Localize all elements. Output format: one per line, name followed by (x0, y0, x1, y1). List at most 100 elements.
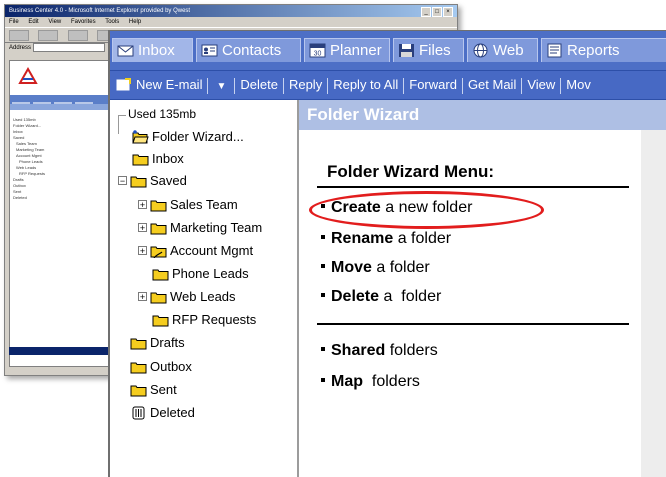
app-logo-icon (18, 67, 38, 84)
toolbar-separator (234, 77, 236, 94)
menu-file[interactable]: File (9, 19, 19, 25)
expand-toggle[interactable]: + (138, 223, 147, 233)
folder-icon (130, 176, 147, 188)
tab-label: Reports (567, 42, 620, 59)
content-pane: Folder Wizard Folder Wizard Menu: Create… (299, 100, 666, 477)
chevron-down-icon[interactable]: ▼ (210, 73, 232, 101)
mail-app-window: Inbox Contacts 30 Planner Files Web Repo… (108, 30, 666, 477)
folder-item-phone-leads[interactable]: Phone Leads (152, 265, 249, 283)
get-mail-button[interactable]: Get Mail (465, 71, 519, 99)
folder-item-drafts[interactable]: Drafts (130, 334, 185, 352)
menu-tools[interactable]: Tools (105, 19, 119, 25)
folder-label: Phone Leads (172, 266, 249, 281)
folder-item-rfp-requests[interactable]: RFP Requests (152, 311, 256, 329)
tab-contacts[interactable]: Contacts (196, 38, 301, 62)
tab-label: Contacts (222, 42, 282, 59)
menu-edit[interactable]: Edit (28, 19, 38, 25)
tab-label: Planner (330, 42, 382, 59)
expand-toggle[interactable]: + (138, 292, 147, 302)
folder-label: Sales Team (170, 197, 238, 212)
wizard-option-delete[interactable]: Delete a folder (321, 288, 441, 306)
new-email-icon (116, 78, 131, 91)
background-status-bar (9, 347, 109, 355)
wizard-option-map[interactable]: Map folders (321, 373, 420, 391)
delete-button[interactable]: Delete (237, 71, 281, 99)
option-action: Map (331, 373, 363, 390)
wizard-option-rename[interactable]: Rename a folder (321, 230, 451, 248)
tab-planner[interactable]: 30 Planner (304, 38, 390, 62)
address-input[interactable] (32, 43, 105, 52)
folder-label: Marketing Team (170, 220, 263, 235)
back-button[interactable] (9, 30, 29, 41)
divider (317, 323, 629, 325)
tab-reports[interactable]: Reports (541, 38, 666, 62)
folder-label: Account Mgmt (170, 243, 254, 258)
folder-label: Outbox (150, 359, 192, 374)
floppy-disk-icon (399, 43, 414, 57)
expand-toggle[interactable]: + (138, 246, 147, 256)
trash-folder-icon (132, 406, 145, 420)
command-toolbar: New E-mail ▼ Delete Reply Reply to All Forwar… (110, 70, 666, 100)
move-button[interactable]: Mov (563, 71, 594, 99)
forward-button[interactable] (38, 30, 59, 41)
report-icon (547, 43, 562, 58)
bg-tree-item: Deleted (13, 195, 27, 200)
folder-icon (150, 200, 167, 212)
option-text: a folder (379, 288, 442, 305)
option-action: Delete (331, 288, 380, 305)
folder-item-sent[interactable]: Sent (130, 381, 177, 399)
menu-favorites[interactable]: Favorites (71, 19, 96, 25)
folder-label: Folder Wizard... (152, 129, 244, 144)
folder-item-deleted[interactable]: Deleted (130, 404, 195, 422)
toolbar-separator (461, 77, 463, 94)
folder-label: Drafts (150, 335, 185, 350)
folder-open-icon (132, 129, 149, 144)
folder-label: Inbox (152, 151, 184, 166)
highlight-circle (309, 191, 544, 229)
expand-toggle[interactable]: + (138, 200, 147, 210)
tab-label: Web (493, 42, 524, 59)
folder-item-saved[interactable]: − Saved (118, 172, 187, 190)
stop-button[interactable] (67, 30, 88, 41)
minimize-button[interactable]: _ (421, 7, 431, 17)
tab-files[interactable]: Files (393, 38, 464, 62)
address-label: Address (9, 45, 32, 52)
folder-icon (150, 223, 167, 235)
menu-help[interactable]: Help (129, 19, 141, 25)
background-folder-tree: Used 135mb Folder Wizard... Inbox Saved … (13, 117, 45, 201)
menu-view[interactable]: View (48, 19, 61, 25)
reply-button[interactable]: Reply (286, 71, 325, 99)
new-email-button[interactable]: New E-mail (133, 71, 205, 99)
folder-label: Web Leads (170, 289, 236, 304)
folder-item-folder-wizard[interactable]: Folder Wizard... (132, 128, 244, 146)
tab-inbox[interactable]: Inbox (112, 38, 193, 62)
folder-item-outbox[interactable]: Outbox (130, 358, 192, 376)
tree-connector (118, 115, 126, 134)
mailbox-usage: Used 135mb (128, 107, 197, 121)
toolbar-separator (327, 77, 329, 94)
wizard-option-shared[interactable]: Shared folders (321, 342, 438, 360)
maximize-button[interactable]: □ (432, 7, 442, 17)
reply-all-button[interactable]: Reply to All (330, 71, 401, 99)
option-text: folders (385, 342, 438, 359)
option-action: Rename (331, 230, 394, 247)
folder-item-inbox[interactable]: Inbox (132, 150, 184, 168)
folder-item-web-leads[interactable]: + Web Leads (138, 288, 236, 306)
background-window-title: Business Center 4.0 - Microsoft Internet… (5, 5, 457, 17)
forward-button[interactable]: Forward (406, 71, 460, 99)
svg-text:30: 30 (314, 50, 322, 57)
folder-item-marketing-team[interactable]: + Marketing Team (138, 219, 262, 237)
tab-web[interactable]: Web (467, 38, 538, 62)
folder-item-account-mgmt[interactable]: + Account Mgmt (138, 242, 253, 260)
toolbar-separator (403, 77, 405, 94)
view-button[interactable]: View (524, 71, 558, 99)
folder-item-sales-team[interactable]: + Sales Team (138, 196, 238, 214)
bullet (321, 346, 325, 351)
wizard-option-move[interactable]: Move a folder (321, 259, 430, 277)
folder-label: Saved (150, 173, 187, 188)
collapse-toggle[interactable]: − (118, 176, 127, 186)
folder-icon (152, 269, 169, 281)
page-title: Folder Wizard (299, 100, 666, 130)
tab-label: Files (419, 42, 451, 59)
close-button[interactable]: × (443, 7, 453, 17)
